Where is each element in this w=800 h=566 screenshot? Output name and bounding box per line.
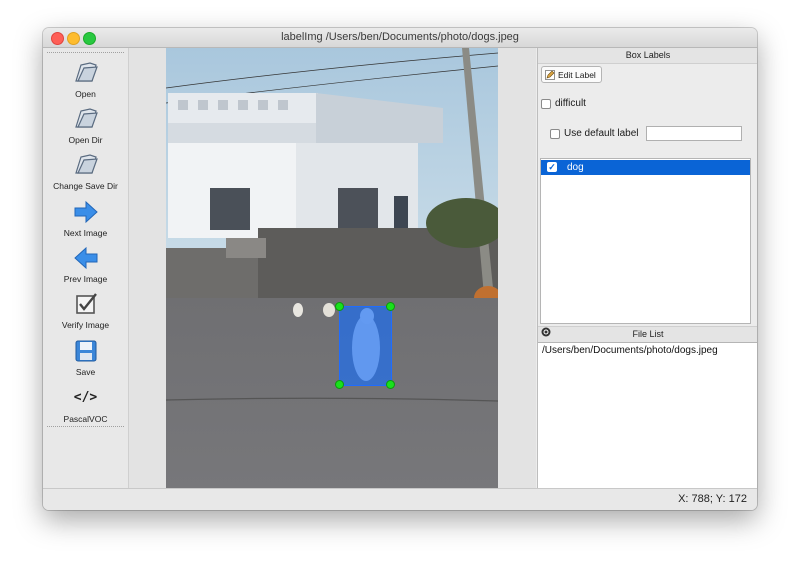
open-button[interactable]: Open [43,59,128,99]
folder-icon [74,154,98,174]
save-button[interactable]: Save [43,337,128,377]
file-list[interactable]: /Users/ben/Documents/photo/dogs.jpeg [538,342,757,489]
label-list[interactable]: ✓ dog [540,158,751,324]
toolbar-separator [47,426,124,427]
folder-icon [74,62,98,82]
verify-image-button[interactable]: Verify Image [43,290,128,330]
window-title: labelImg /Users/ben/Documents/photo/dogs… [281,31,519,43]
difficult-label: difficult [555,98,586,109]
bbox-handle-top-left[interactable] [335,302,344,311]
label-checked-icon[interactable]: ✓ [547,162,557,172]
status-bar: X: 788; Y: 172 [43,488,757,510]
default-label-input[interactable] [646,126,742,141]
open-label: Open [75,89,96,99]
pencil-icon [545,70,555,80]
next-image-label: Next Image [63,228,108,238]
bbox-handle-bottom-right[interactable] [386,380,395,389]
code-icon: </> [73,390,98,405]
file-list-item[interactable]: /Users/ben/Documents/photo/dogs.jpeg [542,345,718,356]
arrow-right-icon [74,200,98,224]
floppy-icon [75,340,96,362]
difficult-checkbox[interactable] [541,99,551,109]
open-dir-button[interactable]: Open Dir [43,105,128,145]
verify-image-label: Verify Image [61,320,110,330]
prev-image-button[interactable]: Prev Image [43,244,128,284]
bbox-handle-top-right[interactable] [386,302,395,311]
toolbar-grip[interactable] [47,52,124,53]
title-bar: labelImg /Users/ben/Documents/photo/dogs… [43,28,757,48]
edit-label-button[interactable]: Edit Label [541,66,602,83]
image-canvas[interactable] [129,48,536,488]
photo-image [166,48,498,488]
save-label: Save [75,367,96,377]
float-dock-icon[interactable] [541,327,551,337]
arrow-left-icon [73,246,97,270]
change-save-dir-label: Change Save Dir [53,181,118,191]
next-image-button[interactable]: Next Image [43,198,128,238]
prev-image-label: Prev Image [63,274,108,284]
photo-scene [166,48,498,488]
use-default-label-label: Use default label [564,128,639,139]
cursor-coordinates: X: 788; Y: 172 [678,493,747,505]
edit-label-text: Edit Label [558,70,596,80]
box-labels-title: Box Labels [538,48,757,64]
label-list-item[interactable]: ✓ dog [541,160,750,175]
right-panel: Box Labels Edit Label difficult Use defa… [537,48,757,489]
tool-bar: Open Open Dir Change Save Dir Next Image [43,48,129,502]
folder-icon [74,108,98,128]
pascalvoc-label: PascalVOC [63,414,108,424]
label-name: dog [567,162,584,173]
checkbox-icon [75,293,97,314]
bbox-handle-bottom-left[interactable] [335,380,344,389]
change-save-dir-button[interactable]: Change Save Dir [43,151,128,191]
open-dir-label: Open Dir [68,135,103,145]
bounding-box[interactable] [339,306,392,386]
app-window: labelImg /Users/ben/Documents/photo/dogs… [43,28,757,510]
file-list-title: File List [538,326,757,343]
pascalvoc-button[interactable]: </> PascalVOC [43,384,128,424]
use-default-label-checkbox[interactable] [550,129,560,139]
